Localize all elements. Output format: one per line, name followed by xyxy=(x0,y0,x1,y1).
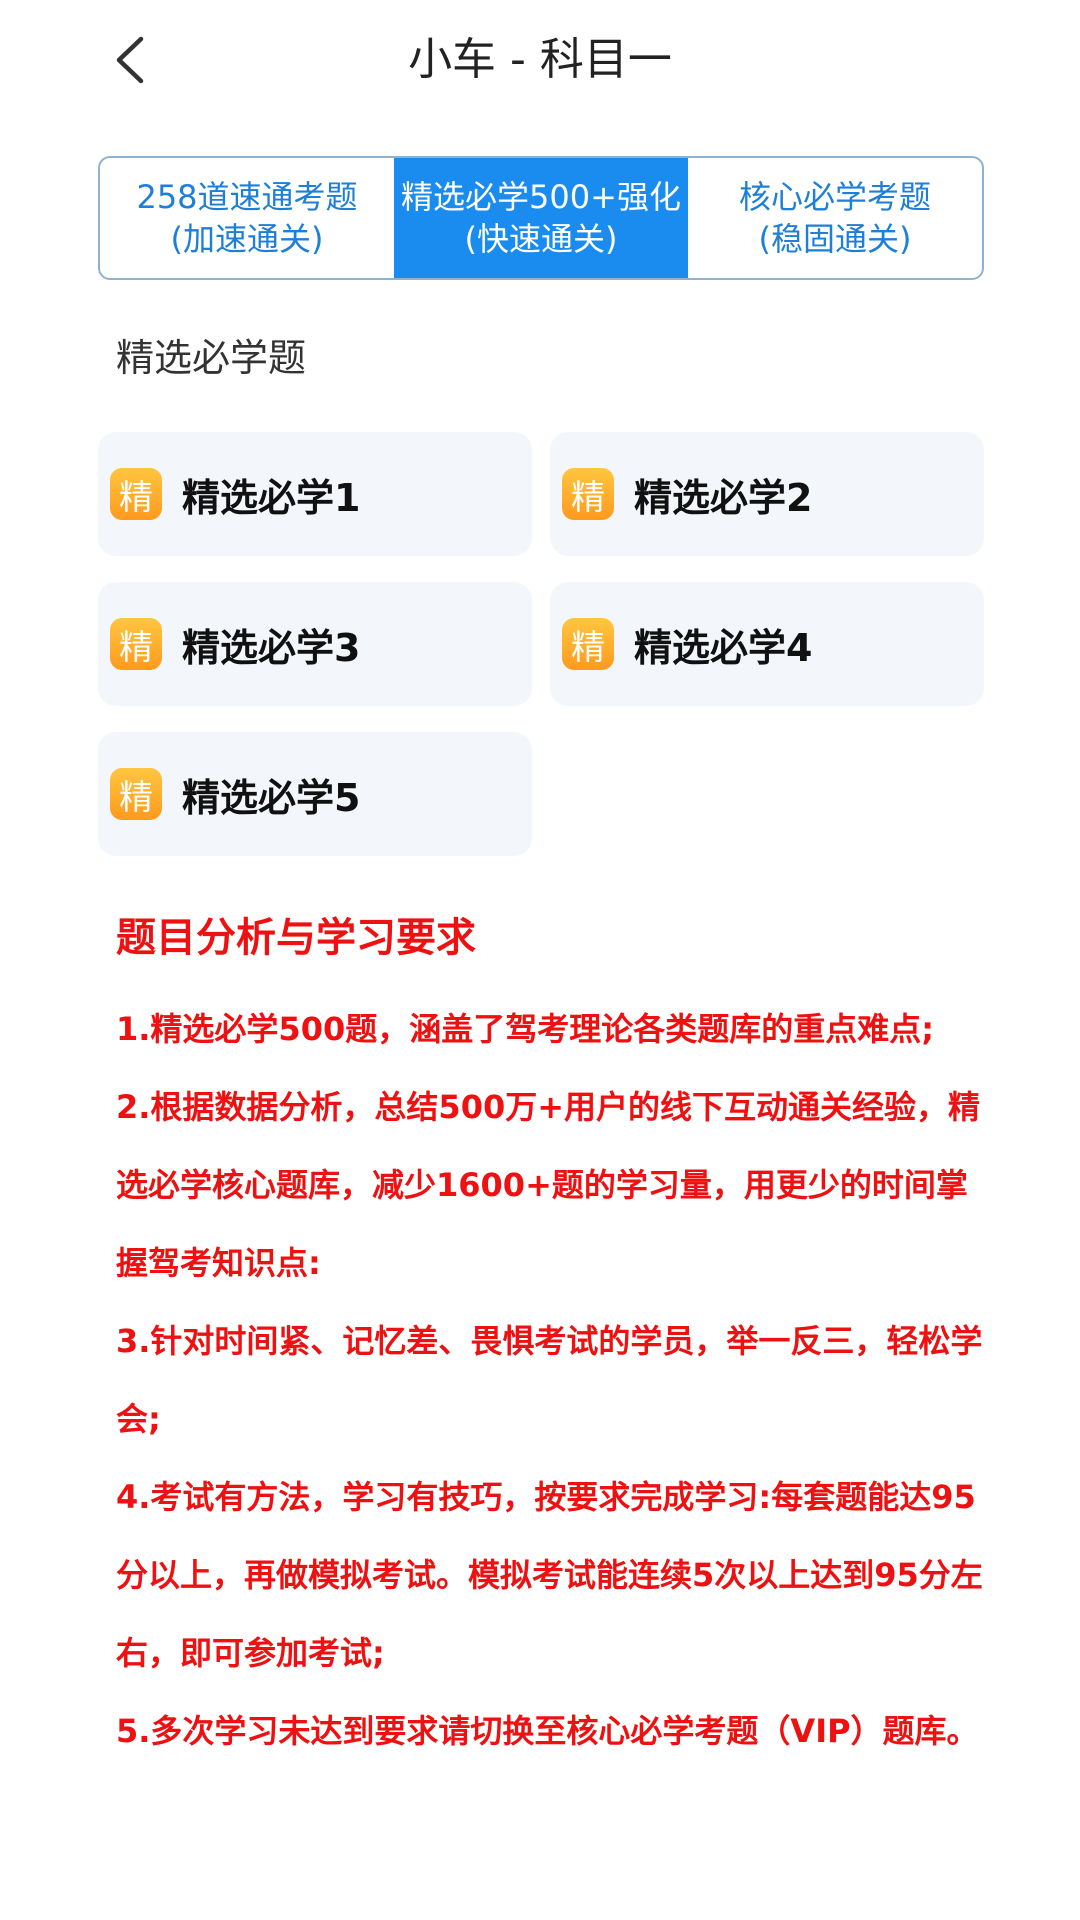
badge-icon: 精 xyxy=(562,468,614,520)
tab-sublabel: (快速通关) xyxy=(464,220,618,258)
tab-selected-500[interactable]: 精选必学500+强化 (快速通关) xyxy=(394,158,688,278)
practice-set-card[interactable]: 精 精选必学3 xyxy=(98,582,532,706)
practice-set-card[interactable]: 精 精选必学1 xyxy=(98,432,532,556)
analysis-item: 1.精选必学500题，涵盖了驾考理论各类题库的重点难点; xyxy=(116,1010,935,1048)
practice-set-card[interactable]: 精 精选必学5 xyxy=(98,732,532,856)
tab-sublabel: (稳固通关) xyxy=(758,220,912,258)
card-label: 精选必学2 xyxy=(634,475,813,520)
badge-icon: 精 xyxy=(110,768,162,820)
tab-label: 核心必学考题 xyxy=(738,178,931,216)
header: 小车 - 科目一 xyxy=(0,0,1080,120)
badge-icon: 精 xyxy=(110,468,162,520)
practice-set-card[interactable]: 精 精选必学4 xyxy=(550,582,984,706)
tab-sublabel: (加速通关) xyxy=(170,220,324,258)
card-label: 精选必学1 xyxy=(182,475,361,520)
analysis-title: 题目分析与学习要求 xyxy=(116,915,476,961)
tab-label: 258道速通考题 xyxy=(136,178,358,216)
card-label: 精选必学4 xyxy=(634,625,813,670)
tab-core[interactable]: 核心必学考题 (稳固通关) xyxy=(688,158,982,278)
analysis-item: 2.根据数据分析，总结500万+用户的线下互动通关经验，精选必学核心题库，减少1… xyxy=(116,1088,981,1282)
practice-set-card[interactable]: 精 精选必学2 xyxy=(550,432,984,556)
analysis-item: 3.针对时间紧、记忆差、畏惧考试的学员，举一反三，轻松学会; xyxy=(116,1322,983,1438)
analysis-section: 题目分析与学习要求 1.精选必学500题，涵盖了驾考理论各类题库的重点难点; 2… xyxy=(116,900,996,1770)
analysis-item: 4.考试有方法，学习有技巧，按要求完成学习:每套题能达95分以上，再做模拟考试。… xyxy=(116,1478,983,1672)
section-title: 精选必学题 xyxy=(116,336,307,380)
badge-icon: 精 xyxy=(562,618,614,670)
page-title: 小车 - 科目一 xyxy=(408,34,672,85)
tab-258-fast[interactable]: 258道速通考题 (加速通关) xyxy=(100,158,394,278)
mode-tab-bar: 258道速通考题 (加速通关) 精选必学500+强化 (快速通关) 核心必学考题… xyxy=(98,156,984,280)
analysis-item: 5.多次学习未达到要求请切换至核心必学考题（VIP）题库。 xyxy=(116,1712,979,1750)
card-label: 精选必学3 xyxy=(182,625,361,670)
tab-label: 精选必学500+强化 xyxy=(401,178,681,216)
card-label: 精选必学5 xyxy=(182,775,361,820)
badge-icon: 精 xyxy=(110,618,162,670)
